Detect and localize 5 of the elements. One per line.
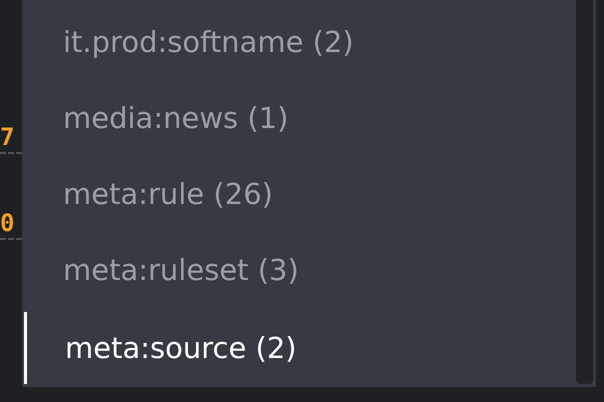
menu-item[interactable]: it.prod:softname (2): [22, 4, 576, 80]
menu-item[interactable]: meta:ruleset (3): [22, 232, 576, 308]
scrollbar[interactable]: [576, 0, 593, 384]
menu-item[interactable]: media:news (1): [22, 80, 576, 156]
menu-item[interactable]: meta:rule (26): [22, 156, 576, 232]
